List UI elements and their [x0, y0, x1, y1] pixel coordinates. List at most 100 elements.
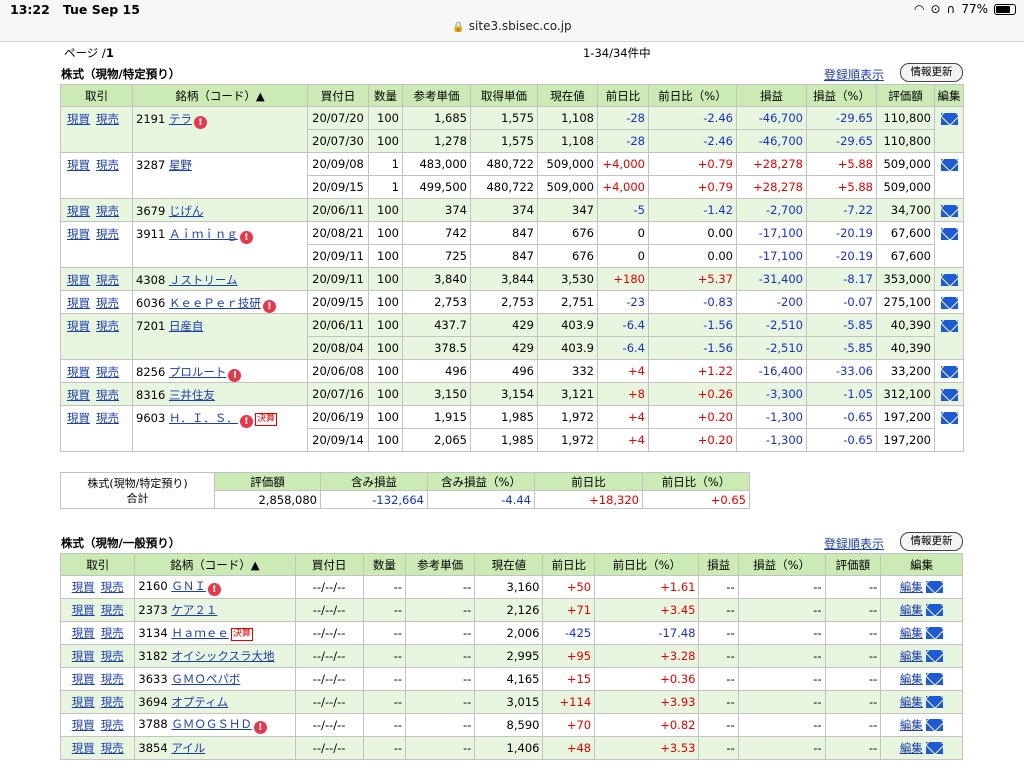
mail-icon[interactable]: [940, 113, 958, 125]
column-header[interactable]: 損益（%）: [806, 84, 877, 107]
column-header[interactable]: 前日比: [597, 84, 649, 107]
mail-icon[interactable]: [940, 205, 958, 217]
mail-icon[interactable]: [926, 673, 944, 685]
stock-name-link[interactable]: ＧＮＩ: [171, 579, 206, 593]
stock-name-link[interactable]: 星野: [169, 158, 192, 172]
column-header[interactable]: 買付日: [307, 84, 369, 107]
column-header[interactable]: 銘柄（コード）▲: [132, 84, 308, 107]
stock-name-link[interactable]: Ｈ．Ｉ．Ｓ．: [169, 411, 238, 425]
buy-link[interactable]: 現買: [67, 112, 90, 126]
stock-name-link[interactable]: テラ: [169, 112, 192, 126]
buy-link[interactable]: 現買: [67, 388, 90, 402]
column-header[interactable]: 買付日: [294, 553, 364, 576]
mail-icon[interactable]: [926, 719, 944, 731]
buy-link[interactable]: 現買: [67, 365, 90, 379]
buy-link[interactable]: 現買: [72, 603, 95, 617]
column-header[interactable]: 前日比: [542, 553, 596, 576]
sell-link[interactable]: 現売: [101, 603, 124, 617]
edit-link[interactable]: 編集: [900, 626, 923, 640]
sell-link[interactable]: 現売: [96, 204, 119, 218]
buy-link[interactable]: 現買: [67, 411, 90, 425]
edit-link[interactable]: 編集: [900, 580, 923, 594]
mail-icon[interactable]: [926, 604, 944, 616]
sell-link[interactable]: 現売: [101, 580, 124, 594]
address-bar[interactable]: 🔒 site3.sbisec.co.jp: [0, 19, 1024, 33]
alert-icon[interactable]: !: [239, 231, 253, 244]
alert-icon[interactable]: !: [207, 583, 221, 596]
column-header[interactable]: 損益: [736, 84, 807, 107]
mail-icon[interactable]: [940, 297, 958, 309]
refresh-button[interactable]: 情報更新: [900, 532, 963, 551]
mail-icon[interactable]: [926, 627, 944, 639]
buy-link[interactable]: 現買: [72, 718, 95, 732]
alert-icon[interactable]: !: [239, 415, 253, 428]
mail-icon[interactable]: [926, 581, 944, 593]
alert-icon[interactable]: !: [253, 721, 267, 734]
buy-link[interactable]: 現買: [67, 227, 90, 241]
edit-link[interactable]: 編集: [900, 741, 923, 755]
alert-icon[interactable]: !: [193, 116, 207, 129]
stock-name-link[interactable]: ＧＭＯＧＳＨＤ: [171, 717, 252, 731]
stock-name-link[interactable]: 日産自: [169, 319, 204, 333]
buy-link[interactable]: 現買: [67, 204, 90, 218]
edit-link[interactable]: 編集: [900, 603, 923, 617]
buy-link[interactable]: 現買: [67, 158, 90, 172]
mail-icon[interactable]: [940, 389, 958, 401]
mail-icon[interactable]: [940, 228, 958, 240]
mail-icon[interactable]: [940, 366, 958, 378]
buy-link[interactable]: 現買: [67, 273, 90, 287]
column-header[interactable]: 銘柄（コード）▲: [134, 553, 296, 576]
alert-icon[interactable]: !: [228, 369, 242, 382]
refresh-button[interactable]: 情報更新: [900, 63, 963, 82]
column-header[interactable]: 損益: [698, 553, 739, 576]
stock-name-link[interactable]: ＧＭＯペパボ: [171, 672, 240, 686]
sell-link[interactable]: 現売: [101, 649, 124, 663]
stock-name-link[interactable]: プロルート: [169, 365, 227, 379]
buy-link[interactable]: 現買: [72, 695, 95, 709]
buy-link[interactable]: 現買: [72, 580, 95, 594]
sell-link[interactable]: 現売: [96, 319, 119, 333]
sell-link[interactable]: 現売: [96, 365, 119, 379]
column-header[interactable]: 前日比（%）: [648, 84, 737, 107]
edit-link[interactable]: 編集: [900, 672, 923, 686]
stock-name-link[interactable]: 三井住友: [169, 388, 215, 402]
mail-icon[interactable]: [926, 650, 944, 662]
mail-icon[interactable]: [940, 159, 958, 171]
buy-link[interactable]: 現買: [72, 626, 95, 640]
buy-link[interactable]: 現買: [67, 296, 90, 310]
sell-link[interactable]: 現売: [101, 718, 124, 732]
stock-name-link[interactable]: オプティム: [171, 695, 228, 709]
stock-name-link[interactable]: オイシックスラ大地: [171, 649, 274, 663]
stock-name-link[interactable]: ＫｅｅＰｅｒ技研: [169, 296, 261, 310]
sell-link[interactable]: 現売: [101, 695, 124, 709]
sell-link[interactable]: 現売: [96, 388, 119, 402]
buy-link[interactable]: 現買: [72, 672, 95, 686]
stock-name-link[interactable]: じげん: [169, 204, 204, 218]
sell-link[interactable]: 現売: [101, 626, 124, 640]
sell-link[interactable]: 現売: [96, 112, 119, 126]
buy-link[interactable]: 現買: [72, 741, 95, 755]
sell-link[interactable]: 現売: [96, 158, 119, 172]
buy-link[interactable]: 現買: [72, 649, 95, 663]
buy-link[interactable]: 現買: [67, 319, 90, 333]
column-header[interactable]: 前日比（%）: [594, 553, 700, 576]
register-order-link[interactable]: 登録順表示: [824, 535, 884, 552]
mail-icon[interactable]: [926, 742, 944, 754]
sell-link[interactable]: 現売: [101, 672, 124, 686]
stock-name-link[interactable]: ケア２１: [171, 603, 217, 617]
edit-link[interactable]: 編集: [900, 718, 923, 732]
column-header[interactable]: 損益（%）: [737, 553, 826, 576]
edit-link[interactable]: 編集: [900, 695, 923, 709]
stock-name-link[interactable]: Ａｉｍｉｎｇ: [169, 227, 238, 241]
stock-name-link[interactable]: Ｊストリーム: [169, 273, 238, 287]
sell-link[interactable]: 現売: [101, 741, 124, 755]
sell-link[interactable]: 現売: [96, 273, 119, 287]
edit-link[interactable]: 編集: [900, 649, 923, 663]
register-order-link[interactable]: 登録順表示: [824, 66, 884, 83]
mail-icon[interactable]: [940, 320, 958, 332]
mail-icon[interactable]: [940, 412, 958, 424]
sell-link[interactable]: 現売: [96, 411, 119, 425]
sell-link[interactable]: 現売: [96, 296, 119, 310]
sell-link[interactable]: 現売: [96, 227, 119, 241]
alert-icon[interactable]: !: [262, 300, 276, 313]
